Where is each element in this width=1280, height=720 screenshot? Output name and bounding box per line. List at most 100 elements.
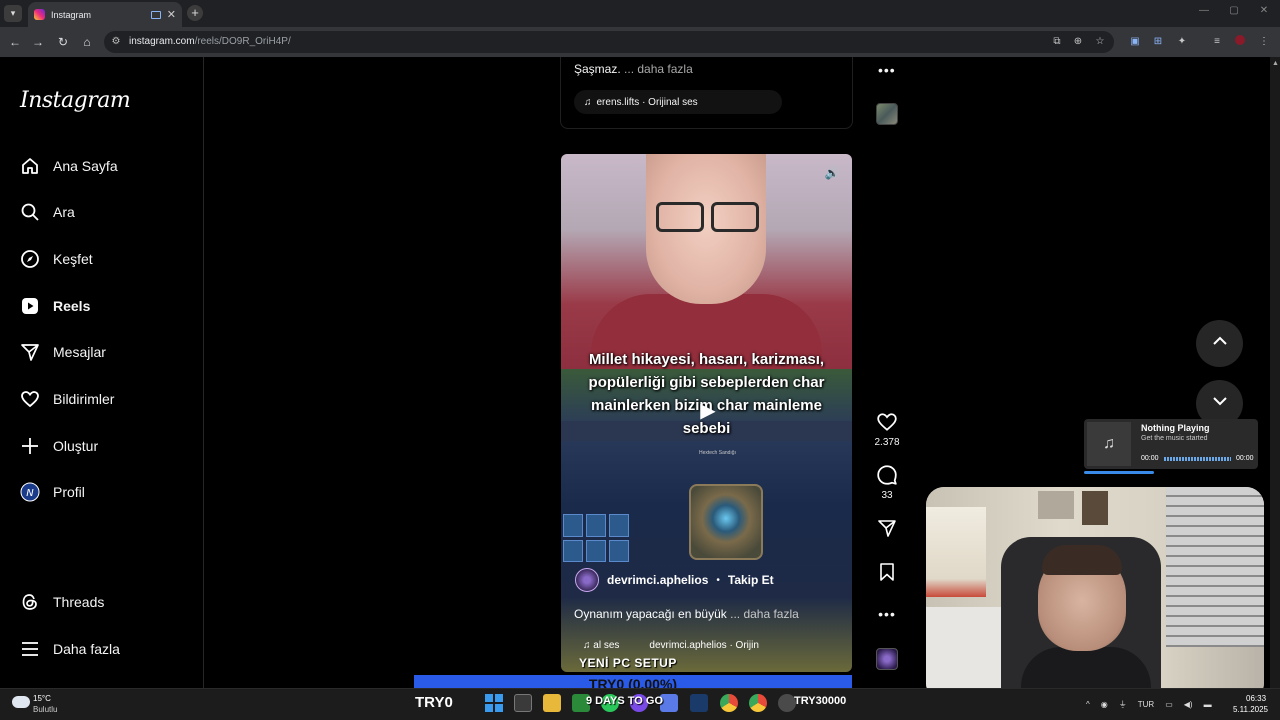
music-title: Nothing Playing — [1141, 423, 1210, 433]
windows-start-icon[interactable] — [485, 694, 503, 712]
usb-icon[interactable]: ⏚ — [1119, 699, 1127, 710]
chevron-up-icon[interactable]: ^ — [1086, 700, 1090, 709]
language-indicator[interactable]: TUR — [1138, 700, 1154, 709]
audio-thumbnail[interactable] — [876, 648, 898, 670]
compass-icon — [20, 249, 40, 269]
stream-label-left: TRY0 — [415, 694, 453, 711]
previous-reel-button[interactable] — [1196, 320, 1243, 367]
site-info-icon[interactable]: ⚙ — [110, 36, 122, 48]
chrome-icon[interactable] — [720, 694, 738, 712]
music-seek-bar[interactable] — [1164, 457, 1231, 461]
sidebar-item-create[interactable]: Oluştur — [20, 430, 200, 462]
sidebar-item-reels[interactable]: Reels — [20, 290, 200, 322]
url-text[interactable]: instagram.com/reels/DO9R_OriH4P/ — [129, 36, 291, 47]
weather-temperature[interactable]: 15°C — [33, 694, 51, 703]
sidebar-item-profile[interactable]: N Profil — [20, 476, 200, 508]
sidebar-item-home[interactable]: Ana Sayfa — [20, 150, 200, 182]
follow-button[interactable]: Takip Et — [728, 573, 774, 587]
sidebar-item-threads[interactable]: Threads — [20, 586, 200, 618]
profile-icon[interactable] — [1233, 35, 1247, 49]
play-icon[interactable]: ▶ — [697, 400, 719, 422]
reload-button[interactable]: ↻ — [55, 34, 71, 50]
forward-button[interactable]: → — [30, 34, 46, 50]
messages-icon — [20, 342, 40, 362]
file-explorer-icon[interactable] — [543, 694, 561, 712]
chevron-down-icon — [1211, 392, 1229, 415]
new-tab-button[interactable]: + — [187, 5, 203, 21]
sidebar-item-label: Daha fazla — [53, 641, 120, 657]
network-icon[interactable]: ▭ — [1165, 700, 1173, 709]
minimize-button[interactable]: — — [1196, 5, 1212, 19]
extension-icon[interactable]: ▣ — [1128, 35, 1142, 49]
previous-reel-audio[interactable]: ♫ erens.lifts · Orijinal ses — [574, 90, 782, 114]
sidebar-item-messages[interactable]: Mesajlar — [20, 336, 200, 368]
reel-video[interactable]: 🔊 Hextech Sandığı Millet hikayesi, hasar… — [561, 154, 852, 672]
like-button[interactable]: 2.378 — [872, 411, 902, 448]
clock-date[interactable]: 5.11.2025 — [1233, 705, 1268, 714]
chrome-icon[interactable] — [749, 694, 767, 712]
sidebar-item-label: Keşfet — [53, 251, 93, 267]
webcam-overlay — [926, 487, 1264, 701]
separator-dot: • — [716, 574, 720, 586]
task-view-icon[interactable] — [514, 694, 532, 712]
home-button[interactable]: ⌂ — [79, 34, 95, 50]
comment-count: 33 — [881, 490, 893, 501]
cloud-icon[interactable] — [12, 696, 30, 708]
music-progress — [1084, 471, 1154, 474]
author-username[interactable]: devrimci.aphelios — [607, 573, 708, 587]
stream-days-label: 9 DAYS TO GO — [586, 695, 664, 707]
volume-icon[interactable]: ◀) — [1184, 700, 1193, 709]
steam-icon[interactable] — [690, 694, 708, 712]
sidebar-item-label: Profil — [53, 484, 85, 500]
share-icon — [872, 518, 902, 538]
clock-time[interactable]: 06:33 — [1246, 694, 1266, 703]
sidebar-item-more[interactable]: Daha fazla — [20, 633, 200, 665]
webcam-flag — [926, 507, 986, 597]
threads-icon — [20, 592, 40, 612]
tab-title: Instagram — [51, 9, 92, 20]
translate-icon[interactable]: ⊞ — [1151, 35, 1165, 49]
weather-description[interactable]: Bulutlu — [33, 705, 57, 714]
tab-close-icon[interactable]: ✕ — [167, 8, 176, 21]
sidebar-item-label: Bildirimler — [53, 391, 115, 407]
obs-tray-icon[interactable]: ◉ — [1101, 700, 1108, 709]
comment-icon — [872, 464, 902, 486]
comment-button[interactable]: 33 — [872, 464, 902, 501]
more-options-icon[interactable]: ••• — [872, 606, 902, 622]
tab-search-button[interactable]: ▾ — [4, 5, 22, 22]
author-avatar[interactable] — [575, 568, 599, 592]
game-chest-title: Hextech Sandığı — [699, 450, 736, 456]
save-button[interactable] — [872, 562, 902, 582]
bookmark-star-icon[interactable]: ☆ — [1093, 35, 1107, 49]
share-button[interactable] — [872, 518, 902, 538]
bookmark-icon — [872, 562, 902, 582]
browser-tab[interactable]: Instagram ✕ — [28, 2, 182, 27]
heart-icon — [872, 411, 902, 433]
music-note-icon: ♫ — [584, 96, 592, 108]
video-glasses — [656, 202, 704, 232]
maximize-button[interactable]: ▢ — [1226, 5, 1242, 19]
reading-list-icon[interactable]: ≡ — [1210, 35, 1224, 49]
previous-audio-thumbnail[interactable] — [876, 103, 898, 125]
battery-icon[interactable]: ▬ — [1204, 700, 1212, 709]
previous-reel-caption[interactable]: Şaşmaz. ... daha fazla — [574, 62, 693, 76]
more-options-icon[interactable]: ••• — [878, 62, 896, 78]
sidebar-item-search[interactable]: Ara — [20, 196, 200, 228]
browser-menu-icon[interactable]: ⋮ — [1257, 35, 1271, 49]
scroll-up-arrow-icon[interactable]: ▲ — [1272, 60, 1279, 67]
zoom-icon[interactable]: ⊕ — [1071, 35, 1085, 49]
install-app-icon[interactable]: ⧉ — [1050, 35, 1064, 49]
sidebar-item-label: Mesajlar — [53, 344, 106, 360]
reel-caption[interactable]: Oynanım yapacağı en büyük ... daha fazla — [574, 607, 799, 621]
music-subtitle: Get the music started — [1141, 435, 1208, 442]
instagram-logo[interactable]: Instagram — [20, 88, 131, 113]
extensions-puzzle-icon[interactable]: ✦ — [1175, 35, 1189, 49]
back-button[interactable]: ← — [7, 34, 23, 50]
window-close-button[interactable]: ✕ — [1256, 5, 1272, 19]
music-time-end: 00:00 — [1236, 455, 1254, 462]
reel-audio[interactable]: ♫ al ses devrimci.aphelios · Orijin — [583, 640, 759, 651]
volume-icon[interactable]: 🔊 — [823, 166, 841, 182]
page-scrollbar[interactable] — [1270, 57, 1280, 688]
sidebar-item-notifications[interactable]: Bildirimler — [20, 383, 200, 415]
sidebar-item-explore[interactable]: Keşfet — [20, 243, 200, 275]
